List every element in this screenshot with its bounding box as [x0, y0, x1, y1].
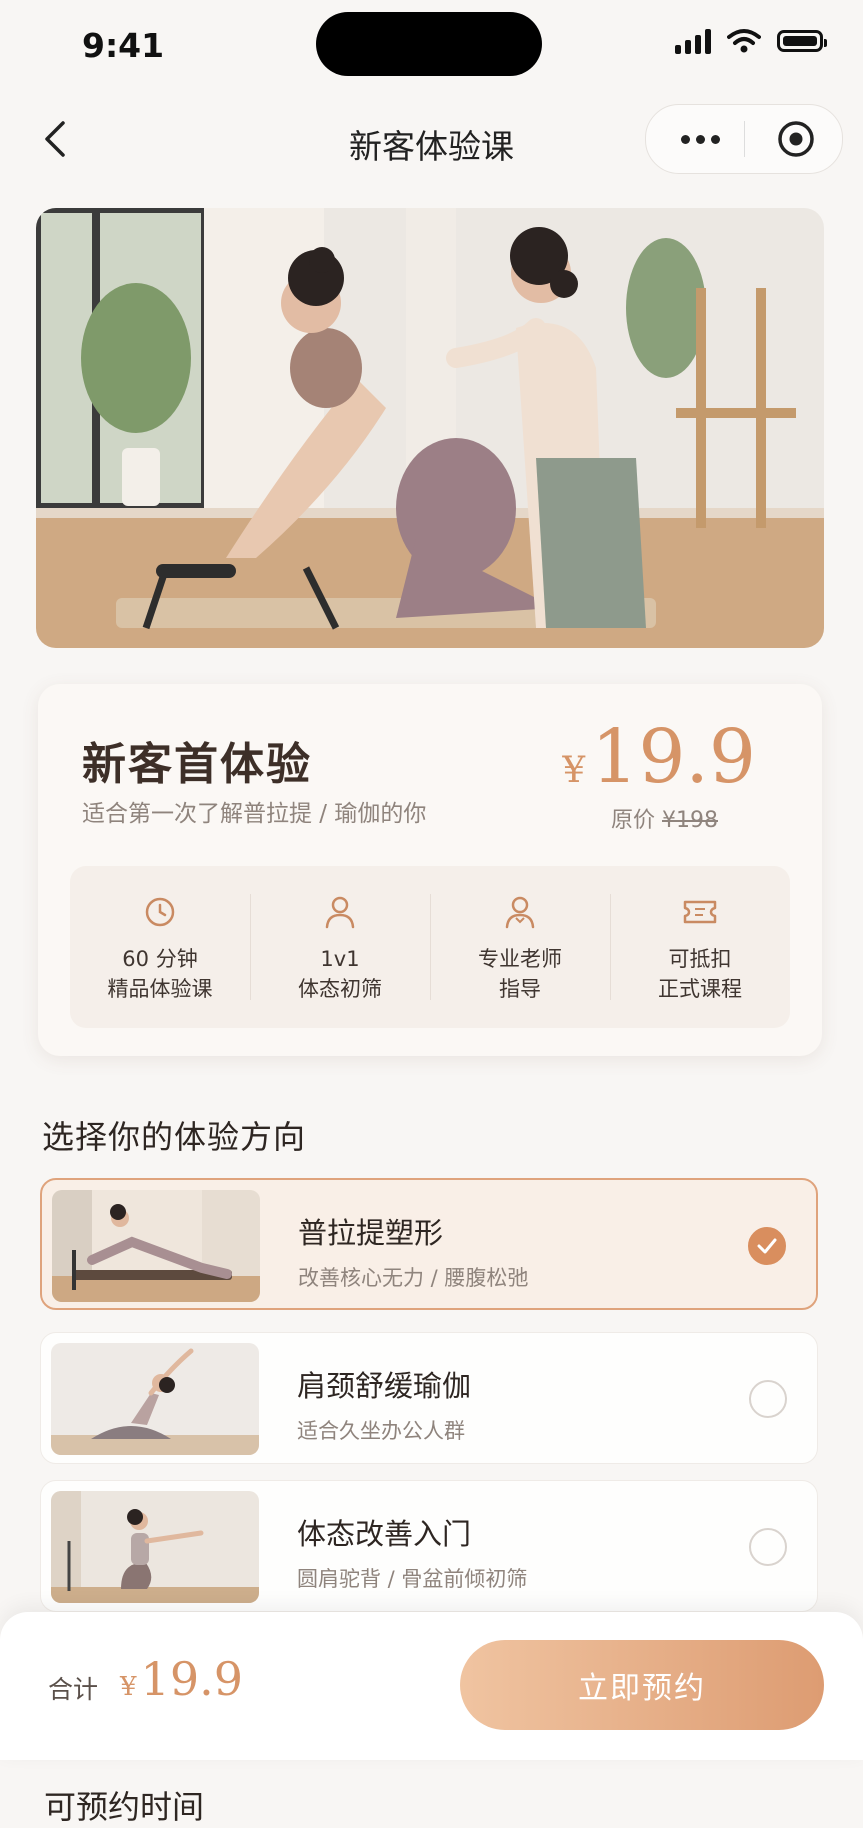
total-price: ¥19.9 [120, 1652, 243, 1706]
option-radio[interactable] [749, 1380, 787, 1418]
feature-line1: 可抵扣 [668, 947, 732, 971]
offer-card: 新客首体验 适合第一次了解普拉提 / 瑜伽的你 ¥19.9 原价 ¥198 60… [38, 684, 822, 1056]
offer-title: 新客首体验 [82, 739, 312, 790]
more-dot-icon [710, 134, 720, 144]
option-radio[interactable] [749, 1528, 787, 1566]
available-slots-title: 可预约时间 [44, 1788, 205, 1826]
option-posture-intro[interactable]: 体态改善入门 圆肩驼背 / 骨盆前倾初筛 [40, 1480, 818, 1612]
option-desc: 适合久坐办公人群 [297, 1419, 465, 1443]
offer-subtitle: 适合第一次了解普拉提 / 瑜伽的你 [82, 801, 427, 827]
option-neck-shoulder-yoga[interactable]: 肩颈舒缓瑜伽 适合久坐办公人群 [40, 1332, 818, 1464]
mini-program-capsule [645, 104, 843, 174]
wifi-icon [727, 29, 761, 53]
feature-line2: 正式课程 [658, 977, 742, 1001]
dynamic-island [316, 12, 542, 76]
status-icons [675, 28, 827, 54]
option-radio[interactable] [748, 1227, 786, 1265]
teacher-icon [505, 896, 535, 929]
price-currency: ¥ [562, 750, 586, 791]
feature-duration: 60 分钟 精品体验课 [70, 866, 250, 1028]
capsule-divider [744, 121, 745, 157]
clock-icon [145, 897, 175, 927]
feature-assessment: 1v1 体态初筛 [250, 866, 430, 1028]
total-label: 合计 [48, 1675, 99, 1704]
check-icon [757, 1238, 777, 1254]
battery-icon [777, 30, 827, 52]
more-dot-icon [695, 134, 705, 144]
hero-image [36, 208, 824, 648]
section-title: 选择你的体验方向 [42, 1118, 307, 1156]
total-currency: ¥ [120, 1672, 137, 1702]
status-time: 9:41 [82, 26, 165, 65]
more-dot-icon [680, 134, 690, 144]
feature-teacher: 专业老师 指导 [430, 866, 610, 1028]
option-desc: 改善核心无力 / 腰腹松弛 [298, 1266, 529, 1290]
more-button[interactable] [664, 105, 736, 173]
book-now-button[interactable]: 立即预约 [460, 1640, 824, 1730]
status-bar: 9:41 [0, 0, 863, 96]
option-name: 体态改善入门 [297, 1517, 472, 1551]
close-button[interactable] [766, 105, 826, 173]
pilates-class-illustration [36, 208, 824, 648]
original-price: 原价 ¥198 [611, 802, 718, 834]
option-name: 肩颈舒缓瑜伽 [297, 1369, 472, 1403]
original-price-label: 原价 [610, 808, 655, 833]
original-price-value: ¥198 [662, 808, 718, 833]
offer-price: ¥19.9 [562, 714, 756, 800]
price-value: 19.9 [591, 714, 756, 800]
total-value: 19.9 [140, 1652, 243, 1706]
option-thumbnail [52, 1190, 260, 1302]
option-thumbnail [51, 1343, 259, 1455]
feature-line1: 专业老师 [478, 947, 562, 971]
option-pilates-shaping[interactable]: 普拉提塑形 改善核心无力 / 腰腹松弛 [40, 1178, 818, 1310]
feature-deductible: 可抵扣 正式课程 [610, 866, 790, 1028]
feature-line2: 精品体验课 [107, 977, 213, 1001]
ticket-icon [683, 900, 717, 924]
feature-strip: 60 分钟 精品体验课 1v1 体态初筛 专业老师 指导 可抵扣 正式课程 [70, 866, 790, 1028]
user-icon [325, 896, 355, 929]
feature-line2: 体态初筛 [298, 977, 382, 1001]
option-desc: 圆肩驼背 / 骨盆前倾初筛 [297, 1567, 528, 1591]
feature-line1: 60 分钟 [122, 947, 198, 971]
cellular-signal-icon [675, 28, 711, 54]
target-close-icon [778, 121, 814, 157]
feature-line1: 1v1 [320, 947, 360, 971]
checkout-bar: 合计 ¥19.9 立即预约 [0, 1612, 863, 1760]
option-thumbnail [51, 1491, 259, 1603]
option-name: 普拉提塑形 [298, 1216, 444, 1250]
feature-line2: 指导 [499, 977, 541, 1001]
nav-bar: 新客体验课 [0, 96, 863, 184]
